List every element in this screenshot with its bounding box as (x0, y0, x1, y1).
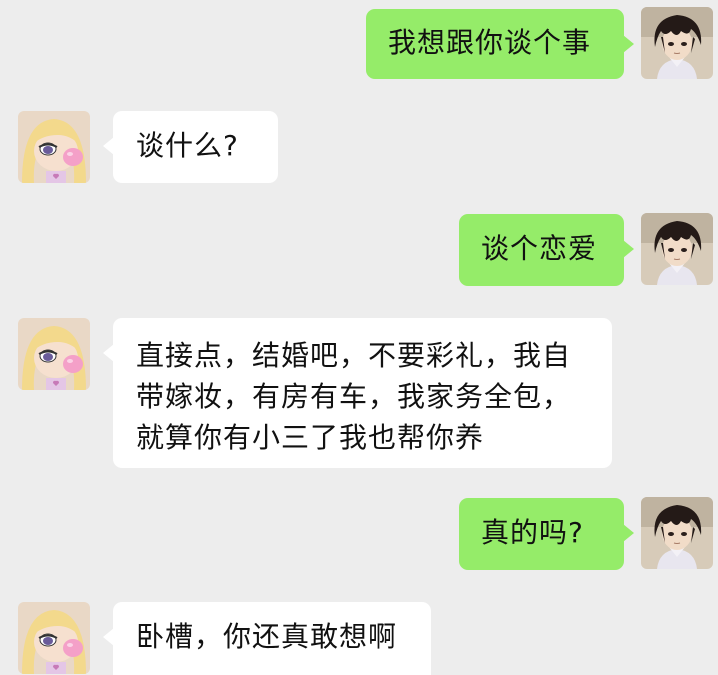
message-bubble-outgoing[interactable]: 谈个恋爱 (459, 214, 634, 286)
message-text: 直接点，结婚吧，不要彩礼，我自带嫁妆，有房有车，我家务全包，就算你有小三了我也帮… (136, 339, 572, 454)
cartoon-girl-bubblegum-avatar-icon (18, 318, 90, 390)
message-bubble-outgoing[interactable]: 真的吗? (459, 498, 634, 570)
chat-window: 我想跟你谈个事 谈什么? 谈个恋爱 直接点，结婚吧，不要彩礼，我自带嫁妆，有房有… (0, 0, 718, 675)
my-avatar[interactable] (641, 213, 713, 285)
message-text: 谈个恋爱 (481, 232, 598, 265)
her-avatar[interactable] (18, 318, 90, 390)
cartoon-girl-bubblegum-avatar-icon (18, 111, 90, 183)
anime-boy-avatar-icon (641, 497, 713, 569)
anime-boy-avatar-icon (641, 7, 713, 79)
anime-boy-avatar-icon (641, 213, 713, 285)
cartoon-girl-bubblegum-avatar-icon (18, 602, 90, 674)
her-avatar[interactable] (18, 111, 90, 183)
her-avatar[interactable] (18, 602, 90, 674)
message-bubble-outgoing[interactable]: 我想跟你谈个事 (366, 9, 634, 79)
message-text: 真的吗? (481, 516, 584, 549)
message-bubble-incoming[interactable]: 直接点，结婚吧，不要彩礼，我自带嫁妆，有房有车，我家务全包，就算你有小三了我也帮… (103, 318, 612, 468)
my-avatar[interactable] (641, 497, 713, 569)
my-avatar[interactable] (641, 7, 713, 79)
message-bubble-incoming[interactable]: 卧槽，你还真敢想啊 (103, 602, 431, 675)
message-text: 我想跟你谈个事 (388, 26, 592, 59)
message-text: 谈什么? (136, 129, 239, 162)
message-text: 卧槽，你还真敢想啊 (136, 620, 398, 653)
message-bubble-incoming[interactable]: 谈什么? (103, 111, 278, 183)
